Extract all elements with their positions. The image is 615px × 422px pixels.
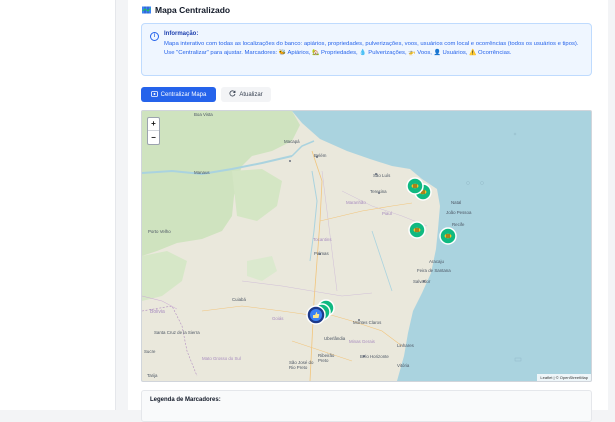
usuario-marker[interactable]: [306, 305, 326, 330]
refresh-icon: [229, 90, 236, 99]
map-attribution[interactable]: Leaflet | © OpenStreetMap: [537, 374, 591, 381]
refresh-label: Atualizar: [239, 91, 263, 98]
map-label: Montes Claros: [353, 320, 382, 325]
map-label: Piauí: [382, 211, 393, 216]
center-map-label: Centralizar Mapa: [160, 91, 207, 98]
info-text: Mapa interativo com todas as localizaçõe…: [164, 41, 579, 56]
refresh-button[interactable]: Atualizar: [221, 87, 271, 102]
map-label: João Pessoa: [446, 210, 472, 215]
map-label: Goiás: [272, 316, 284, 321]
map-label: São José do Rio Preto: [289, 360, 314, 370]
map-label: Maranhão: [346, 200, 366, 205]
apiario-marker[interactable]: [408, 221, 426, 244]
map-label: Tarija: [147, 373, 158, 378]
apiario-marker[interactable]: [439, 227, 457, 250]
map-label: Porto Velho: [148, 229, 171, 234]
legend-box: Legenda de Marcadores:: [141, 390, 592, 422]
map-label: Vitória: [397, 363, 410, 368]
map-label: Salvador: [413, 279, 431, 284]
map-label: Santa Cruz de la Sierra: [154, 330, 200, 335]
map-label: Belo Horizonte: [360, 354, 389, 359]
bee-marker-icon: [408, 221, 426, 239]
map-label: Teresina: [370, 189, 387, 194]
map-label: Belém: [314, 153, 327, 158]
bee-marker-icon: [439, 227, 457, 245]
bee-marker-icon: [406, 177, 424, 195]
map-label: Palmas: [314, 251, 329, 256]
info-box: i Informação: Mapa interativo com todas …: [141, 23, 592, 76]
map-label: Linhares: [397, 343, 414, 348]
map-label: Natal: [451, 200, 462, 205]
info-title: Informação:: [164, 31, 199, 37]
main-content: Mapa Centralizado i Informação: Mapa int…: [128, 0, 608, 422]
map-label: Feira de Santana: [417, 268, 451, 273]
thumbs-up-marker-icon: [306, 305, 326, 325]
page-title: Mapa Centralizado: [142, 5, 230, 15]
map-view[interactable]: + − Boa Vista Macapá Belém Manaus São Lu…: [141, 110, 592, 382]
map-label: Minas Gerais: [349, 339, 375, 344]
map-icon: [142, 6, 151, 14]
map-label: Tocantins: [313, 237, 332, 242]
map-label: Sucre: [144, 349, 156, 354]
apiario-marker[interactable]: [406, 177, 424, 200]
zoom-out-button[interactable]: −: [148, 131, 159, 144]
sidebar: [0, 0, 116, 410]
map-label: Macapá: [284, 139, 300, 144]
zoom-in-button[interactable]: +: [148, 118, 159, 131]
map-label: São Luís: [373, 173, 391, 178]
info-icon: i: [150, 32, 159, 41]
page-title-text: Mapa Centralizado: [155, 5, 231, 15]
center-map-icon: [150, 90, 158, 99]
map-label: Bolivia: [150, 309, 165, 315]
center-map-button[interactable]: Centralizar Mapa: [141, 87, 216, 102]
map-label: Manaus: [194, 170, 210, 175]
map-label: Aracaju: [429, 259, 444, 264]
map-label: Uberlândia: [324, 336, 346, 341]
map-label: Boa Vista: [194, 112, 213, 117]
map-label: Mato Grosso do Sul: [202, 356, 241, 361]
map-label: Cuiabá: [232, 297, 246, 302]
zoom-control: + −: [147, 117, 160, 145]
map-label: Ribeirão Preto: [318, 353, 335, 363]
legend-title: Legenda de Marcadores:: [150, 397, 221, 403]
